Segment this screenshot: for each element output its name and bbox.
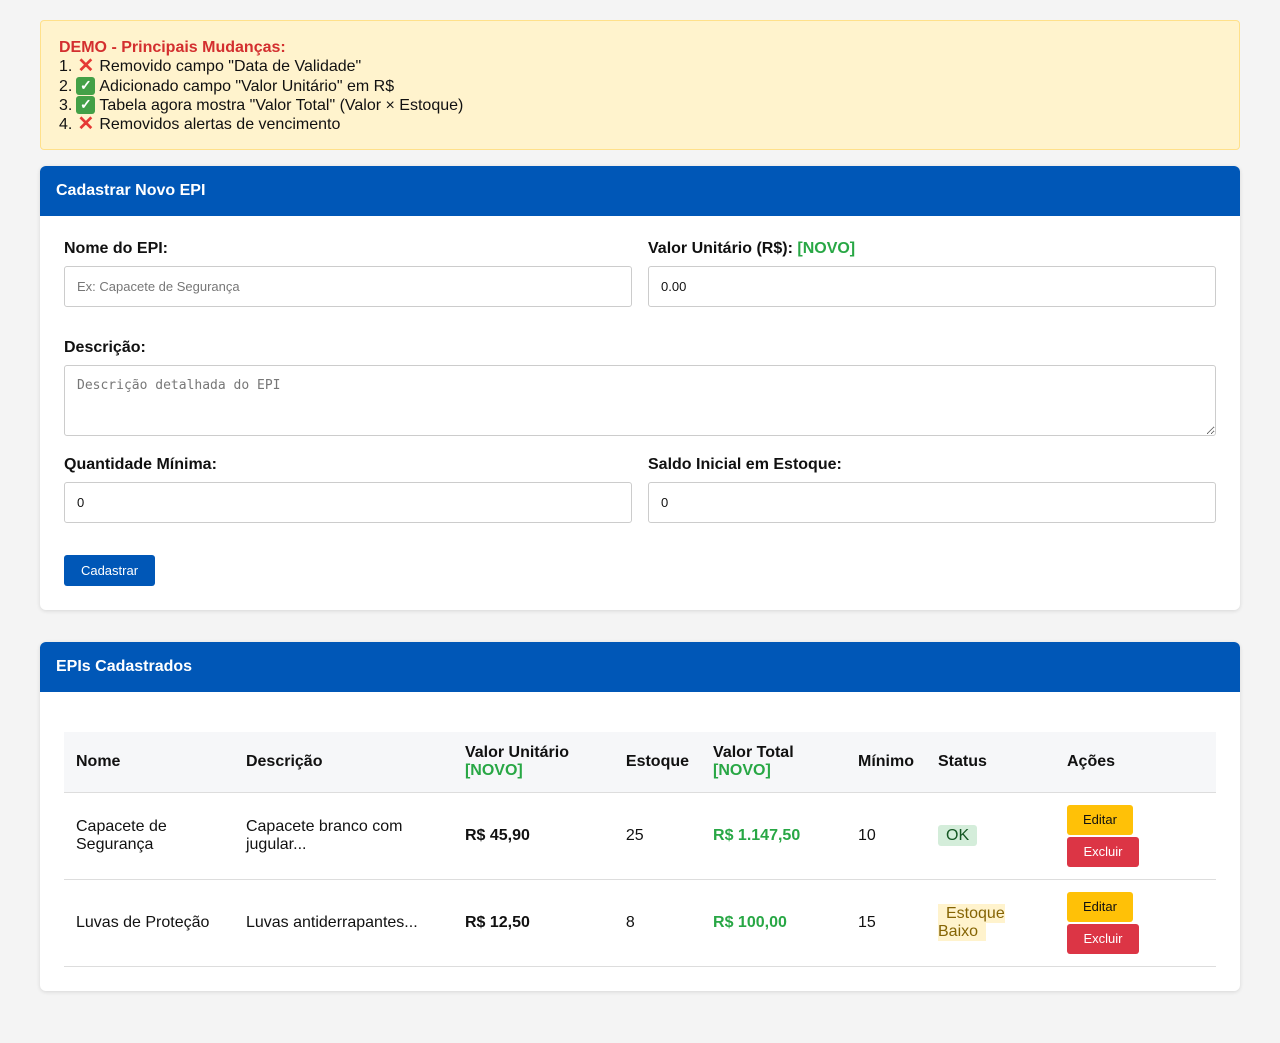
novo-tag: [NOVO] <box>797 240 856 257</box>
cross-mark-icon: ✕ <box>77 54 95 77</box>
cell-descricao: Luvas antiderrapantes... <box>233 879 453 967</box>
card-header: Cadastrar Novo EPI <box>40 166 1240 216</box>
cell-status: OK <box>926 792 1055 880</box>
edit-button[interactable]: Editar <box>1066 891 1133 922</box>
cell-estoque: 8 <box>613 879 702 967</box>
cell-minimo: 10 <box>846 792 926 880</box>
cadastrar-button[interactable]: Cadastrar <box>64 555 155 586</box>
qtd-minima-input[interactable] <box>64 482 632 523</box>
cross-mark-icon: ✕ <box>77 112 95 135</box>
table-header-row: Nome Descrição Valor Unitário [NOVO] Esto… <box>64 732 1216 793</box>
banner-item: 2. ✓ Adicionado campo "Valor Unitário" e… <box>59 76 395 95</box>
novo-tag: [NOVO] <box>713 761 771 779</box>
qtd-minima-label: Quantidade Mínima: <box>64 456 217 473</box>
nome-label: Nome do EPI: <box>64 240 169 257</box>
cell-status: Estoque Baixo <box>926 879 1055 967</box>
table-row: Capacete de Segurança Capacete branco co… <box>64 792 1216 880</box>
nome-input[interactable] <box>64 266 632 307</box>
cell-nome: Capacete de Segurança <box>64 792 234 880</box>
saldo-label: Saldo Inicial em Estoque: <box>648 456 842 473</box>
cell-minimo: 15 <box>846 879 926 967</box>
col-estoque[interactable]: Estoque <box>613 732 702 793</box>
cell-acoes: Editar Excluir <box>1054 792 1216 880</box>
edit-button[interactable]: Editar <box>1066 804 1133 835</box>
cell-valor-unitario: R$ 45,90 <box>452 792 614 880</box>
check-mark-icon: ✓ <box>76 76 96 95</box>
cell-valor-total: R$ 1.147,50 <box>701 792 846 880</box>
valor-input[interactable] <box>648 266 1216 307</box>
col-minimo[interactable]: Mínimo <box>846 732 926 793</box>
table-row: Luvas de Proteção Luvas antiderrapantes.… <box>64 879 1216 967</box>
changes-banner: DEMO - Principais Mudanças: 1. ✕ Removid… <box>40 20 1240 150</box>
saldo-input[interactable] <box>648 482 1216 523</box>
cell-descricao: Capacete branco com jugular... <box>233 792 453 880</box>
table-area: Nome Descrição Valor Unitário [NOVO] Esto… <box>40 692 1240 991</box>
delete-button[interactable]: Excluir <box>1066 923 1139 954</box>
banner-item: 1. ✕ Removido campo "Data de Validade" <box>59 54 362 77</box>
delete-button[interactable]: Excluir <box>1066 836 1139 867</box>
status-badge: OK <box>938 824 978 846</box>
cell-valor-unitario: R$ 12,50 <box>452 879 614 967</box>
col-valor-unitario[interactable]: Valor Unitário [NOVO] <box>452 732 614 793</box>
banner-item: 3. ✓ Tabela agora mostra "Valor Total" (… <box>59 95 464 114</box>
card-header: EPIs Cadastrados <box>40 642 1240 692</box>
status-badge: Estoque Baixo <box>938 903 1005 941</box>
cell-valor-total: R$ 100,00 <box>701 879 846 967</box>
epis-table: Nome Descrição Valor Unitário [NOVO] Esto… <box>64 732 1216 967</box>
check-mark-icon: ✓ <box>76 95 96 114</box>
col-valor-total[interactable]: Valor Total [NOVO] <box>701 732 846 793</box>
register-form: Nome do EPI: Valor Unitário (R$): [NOVO]… <box>40 216 1240 610</box>
cell-nome: Luvas de Proteção <box>64 879 234 967</box>
col-nome[interactable]: Nome <box>64 732 234 793</box>
banner-item: 4. ✕ Removidos alertas de vencimento <box>59 112 341 135</box>
novo-tag: [NOVO] <box>464 761 523 779</box>
valor-label: Valor Unitário (R$): [NOVO] <box>648 240 856 257</box>
col-acoes: Ações <box>1054 732 1216 793</box>
col-status[interactable]: Status <box>926 732 1055 793</box>
cell-acoes: Editar Excluir <box>1054 879 1216 967</box>
epis-list-card: EPIs Cadastrados Nome Descrição Valor Un… <box>40 642 1240 991</box>
register-epi-card: Cadastrar Novo EPI Nome do EPI: Valor Un… <box>40 166 1240 610</box>
col-descricao[interactable]: Descrição <box>233 732 453 793</box>
descricao-textarea[interactable] <box>64 365 1216 436</box>
descricao-label: Descrição: <box>64 339 146 356</box>
cell-estoque: 25 <box>613 792 702 880</box>
banner-title: DEMO - Principais Mudanças: <box>59 39 286 56</box>
